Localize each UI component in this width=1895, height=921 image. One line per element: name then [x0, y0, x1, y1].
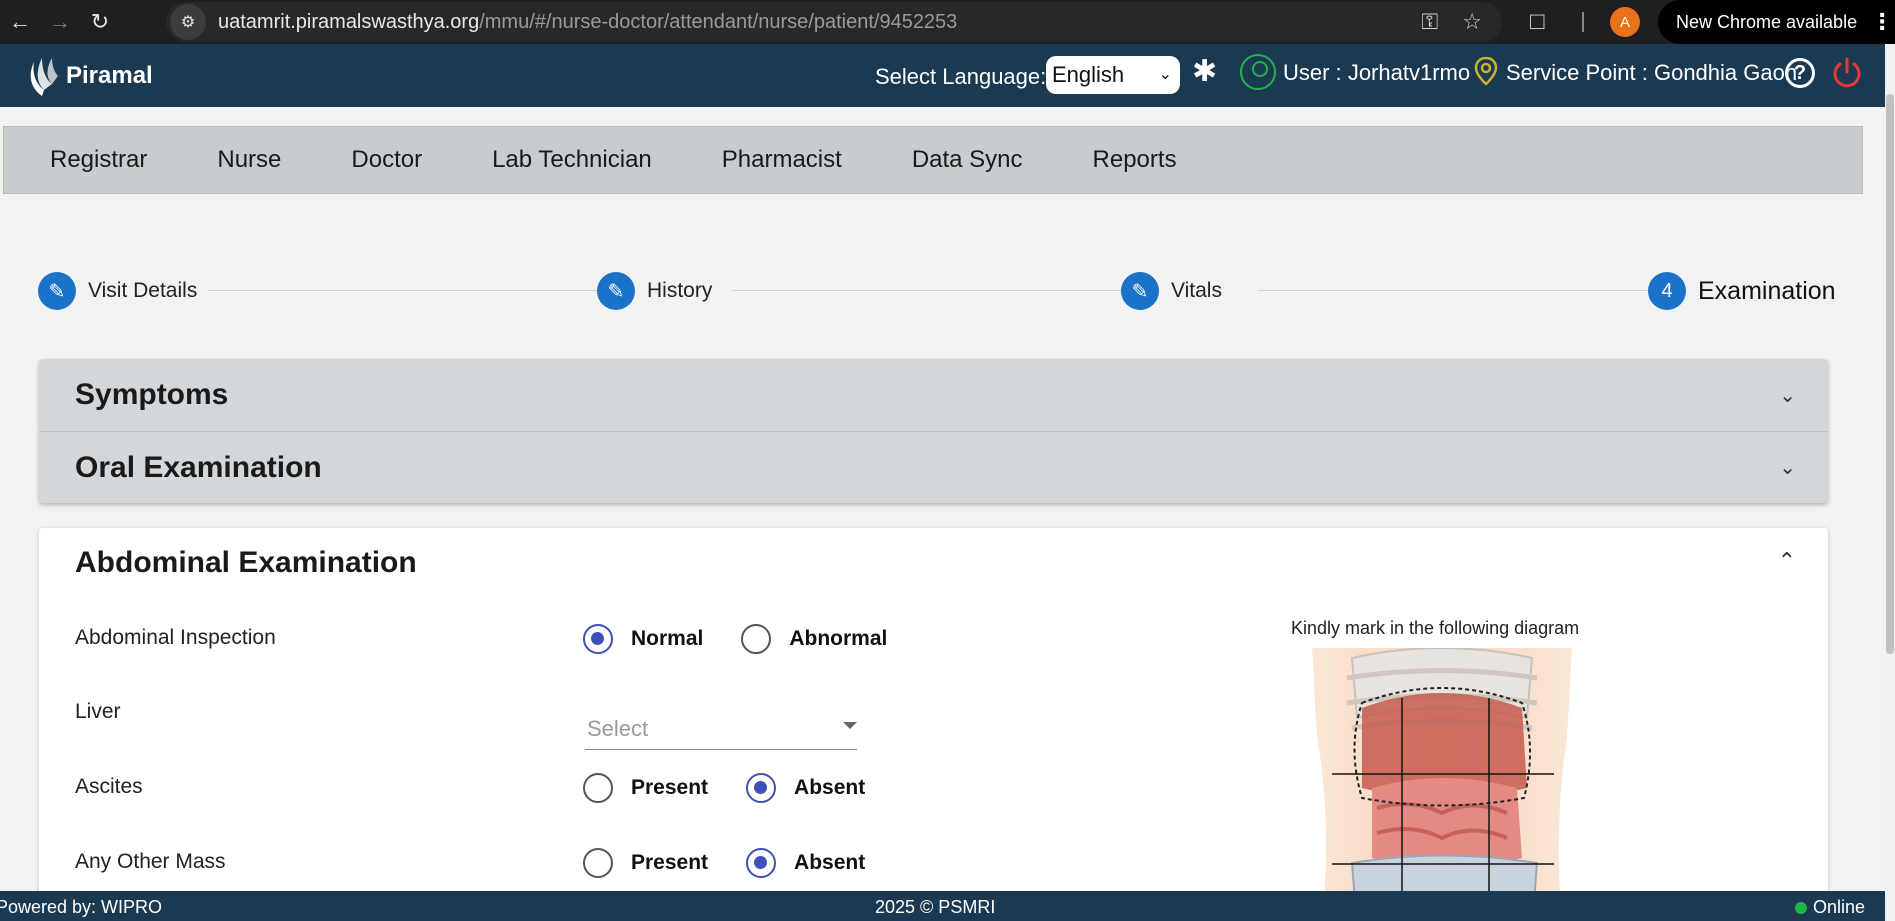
chevron-down-icon: ⌄: [1779, 457, 1796, 479]
service-point-info: Service Point : Gondhia Gaon: [1506, 60, 1798, 85]
abdomen-diagram[interactable]: [1292, 648, 1592, 921]
forward-arrow-icon[interactable]: →: [40, 0, 80, 44]
stepper-connector: [732, 290, 1146, 291]
stepper-connector: [1258, 290, 1670, 291]
back-arrow-icon[interactable]: ←: [0, 0, 40, 44]
abdominal-examination-panel: Abdominal Examination ⌃ Abdominal Inspec…: [39, 528, 1828, 921]
app-header: Piramal Select Language: English ⌄ ✱ User…: [0, 44, 1885, 107]
browser-toolbar: ← → ↻ ⚙ uatamrit.piramalswasthya.org/mmu…: [0, 0, 1895, 44]
chrome-update-button[interactable]: New Chrome available ⋮: [1658, 0, 1895, 44]
user-icon: [1240, 54, 1276, 90]
abdominal-inspection-radio-group: Normal Abnormal: [583, 624, 925, 654]
app-footer: Powered by: WIPRO 2025 © PSMRI Online: [0, 891, 1885, 921]
toolbar-divider: [1582, 12, 1584, 32]
bluetooth-icon[interactable]: ✱: [1192, 54, 1217, 89]
profile-avatar[interactable]: A: [1610, 7, 1640, 37]
chevron-down-icon: ⌄: [1158, 66, 1172, 83]
url-text[interactable]: uatamrit.piramalswasthya.org/mmu/#/nurse…: [218, 11, 957, 34]
piramal-logo: Piramal: [24, 54, 153, 98]
power-logout-icon[interactable]: [1830, 56, 1864, 90]
abdominal-inspection-label: Abdominal Inspection: [75, 626, 276, 649]
help-icon[interactable]: ?: [1785, 58, 1815, 88]
copyright: 2025 © PSMRI: [875, 897, 996, 917]
language-label: Select Language:: [875, 64, 1047, 89]
online-status-icon: [1794, 901, 1807, 914]
menu-lab-technician[interactable]: Lab Technician: [446, 146, 676, 174]
step-number: 4: [1648, 272, 1686, 310]
chevron-down-icon: ⌄: [1779, 384, 1796, 407]
step-vitals[interactable]: ✎ Vitals: [1121, 272, 1222, 310]
step-history[interactable]: ✎ History: [597, 272, 712, 310]
menu-registrar[interactable]: Registrar: [4, 146, 171, 174]
menu-pharmacist[interactable]: Pharmacist: [676, 146, 866, 174]
inspection-abnormal-radio[interactable]: [741, 624, 772, 654]
progress-stepper: ✎ Visit Details ✎ History ✎ Vitals 4 Exa…: [38, 272, 1836, 310]
edit-pencil-icon: ✎: [597, 272, 635, 310]
chevron-up-icon[interactable]: ⌃: [1778, 548, 1796, 574]
site-info-icon[interactable]: ⚙: [170, 4, 206, 40]
extensions-icon[interactable]: □: [1530, 8, 1545, 36]
powered-by: Powered by: WIPRO: [0, 897, 163, 917]
symptoms-accordion[interactable]: Symptoms ⌄: [39, 359, 1828, 431]
liver-select[interactable]: Select: [585, 706, 857, 750]
mass-absent-radio[interactable]: [746, 848, 777, 878]
oral-examination-accordion[interactable]: Oral Examination ⌄: [39, 431, 1828, 503]
menu-data-sync[interactable]: Data Sync: [866, 146, 1047, 174]
language-select[interactable]: English ⌄: [1046, 56, 1180, 94]
ascites-present-radio[interactable]: [583, 773, 613, 803]
stepper-connector: [208, 290, 624, 291]
ascites-absent-radio[interactable]: [746, 773, 777, 803]
address-bar[interactable]: ⚙ uatamrit.piramalswasthya.org/mmu/#/nur…: [166, 2, 1502, 42]
password-key-icon[interactable]: ⚿: [1422, 9, 1439, 35]
diagram-caption: Kindly mark in the following diagram: [1291, 618, 1580, 638]
connection-status: Online: [1794, 897, 1865, 918]
other-mass-label: Any Other Mass: [75, 850, 226, 873]
page-scrollbar[interactable]: [1885, 44, 1895, 921]
other-mass-radio-group: Present Absent: [583, 848, 903, 878]
piramal-logo-mark-icon: [30, 58, 58, 96]
main-menu: Registrar Nurse Doctor Lab Technician Ph…: [3, 126, 1863, 194]
dropdown-arrow-icon: [843, 722, 857, 729]
reload-icon[interactable]: ↻: [80, 0, 120, 44]
location-pin-icon: [1474, 56, 1498, 86]
menu-doctor[interactable]: Doctor: [305, 146, 446, 174]
collapsed-sections: Symptoms ⌄ Oral Examination ⌄: [39, 359, 1828, 503]
mass-present-radio[interactable]: [583, 848, 613, 878]
menu-reports[interactable]: Reports: [1047, 146, 1201, 174]
edit-pencil-icon: ✎: [38, 272, 76, 310]
bookmark-star-icon[interactable]: ☆: [1462, 9, 1482, 35]
liver-label: Liver: [75, 700, 121, 723]
menu-nurse[interactable]: Nurse: [171, 146, 305, 174]
step-examination[interactable]: 4 Examination: [1648, 272, 1836, 310]
inspection-normal-radio[interactable]: [583, 624, 613, 654]
scrollbar-thumb[interactable]: [1886, 94, 1894, 654]
step-visit-details[interactable]: ✎ Visit Details: [38, 272, 197, 310]
user-info: User : Jorhatv1rmo: [1283, 60, 1471, 85]
ascites-radio-group: Present Absent: [583, 773, 903, 803]
more-vert-icon: ⋮: [1871, 9, 1894, 34]
ascites-label: Ascites: [75, 775, 143, 798]
edit-pencil-icon: ✎: [1121, 272, 1159, 310]
panel-title[interactable]: Abdominal Examination: [75, 546, 417, 580]
